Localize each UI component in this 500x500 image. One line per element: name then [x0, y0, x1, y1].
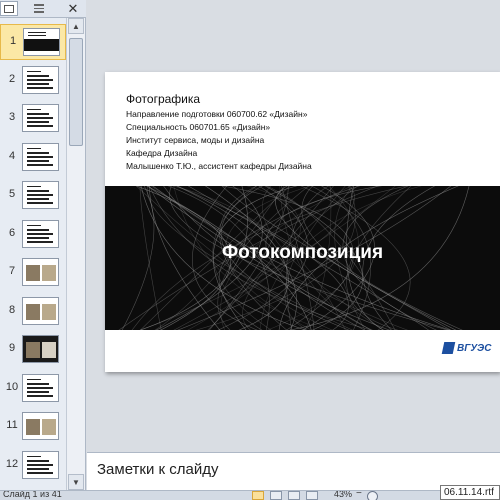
slide-thumbnail[interactable]: [22, 450, 59, 479]
scroll-down-arrow-icon[interactable]: ▼: [68, 474, 84, 490]
slide-counter: Слайд 1 из 41: [3, 490, 62, 499]
slide-number: 5: [8, 188, 16, 200]
outline-tab-icon: [34, 4, 44, 13]
thumbnail-list: 1 2 3 4 5 6 7 8 9 10 11 12: [0, 18, 66, 490]
slides-panel: ✕ 1 2 3 4 5 6 7 8 9 10 11 12 ▲ ▼: [0, 0, 86, 490]
notes-placeholder: Заметки к слайду: [97, 461, 219, 478]
current-slide[interactable]: Фотографика Направление подготовки 06070…: [105, 72, 500, 372]
slide-line-institute: Институт сервиса, моды и дизайна: [126, 135, 265, 145]
slide-thumbnail[interactable]: [22, 296, 59, 325]
zoom-out-button[interactable]: −: [356, 491, 362, 499]
zoom-level[interactable]: 43%: [334, 491, 352, 499]
slide-number: 8: [8, 303, 16, 316]
slide-line-department: Кафедра Дизайна: [126, 148, 198, 158]
notes-pane[interactable]: Заметки к слайду: [87, 452, 500, 490]
slide-thumbnail-row[interactable]: 6: [0, 217, 66, 253]
panel-scrollbar[interactable]: ▲ ▼: [66, 18, 85, 490]
scrollbar-thumb[interactable]: [69, 38, 83, 146]
slide-number: 7: [8, 265, 16, 277]
slide-thumbnail[interactable]: [22, 258, 59, 286]
slide-header: Фотографика: [126, 92, 201, 106]
slide-number: 2: [8, 72, 16, 85]
slide-sorter-button[interactable]: [270, 491, 282, 500]
slides-tab[interactable]: [0, 1, 18, 16]
normal-view-button[interactable]: [252, 491, 264, 500]
slide-number: 12: [5, 457, 19, 470]
slide-thumbnail-row[interactable]: 9: [0, 332, 66, 368]
slide-thumbnail[interactable]: [22, 65, 59, 94]
slide-number: 6: [8, 226, 16, 239]
slide-number: 4: [8, 149, 16, 162]
slide-thumbnail-row[interactable]: 8: [0, 294, 66, 330]
slide-line-author: Малышенко Т.Ю., ассистент кафедры Дизайн…: [126, 161, 312, 171]
zoom-slider-knob[interactable]: [367, 491, 378, 500]
slide-number: 10: [5, 380, 19, 393]
outline-tab[interactable]: [30, 1, 48, 16]
slide-thumbnail-row[interactable]: 4: [0, 140, 66, 176]
slide-thumbnail-row[interactable]: 12: [0, 448, 66, 484]
slide-number: 9: [8, 342, 16, 354]
slideshow-button[interactable]: [306, 491, 318, 500]
slide-thumbnail[interactable]: [22, 104, 59, 132]
slide-thumbnail[interactable]: [23, 28, 60, 56]
panel-tabs: ✕: [0, 0, 86, 18]
slide-thumbnail-row[interactable]: 2: [0, 63, 66, 99]
slide-number: 11: [6, 419, 18, 431]
slide-thumbnail[interactable]: [22, 412, 59, 440]
status-bar: Слайд 1 из 41 43% −: [0, 490, 500, 500]
title-band: Фотокомпозиция: [105, 186, 500, 330]
close-icon: ✕: [67, 0, 79, 16]
university-logo: ВГУЭС: [441, 342, 492, 354]
slide-line-direction: Направление подготовки 060700.62 «Дизайн…: [126, 109, 308, 119]
slide-thumbnail[interactable]: [22, 181, 59, 209]
logo-mark-icon: [441, 342, 456, 354]
slide-line-specialty: Специальность 060701.65 «Дизайн»: [126, 122, 271, 132]
slide-thumbnail-row[interactable]: 3: [0, 101, 66, 137]
slide-thumbnail[interactable]: [22, 335, 59, 363]
reading-view-button[interactable]: [288, 491, 300, 500]
slide-title: Фотокомпозиция: [221, 242, 384, 263]
close-panel-button[interactable]: ✕: [64, 1, 82, 16]
slide-thumbnail[interactable]: [22, 142, 59, 171]
slide-thumbnail-row[interactable]: 7: [0, 255, 66, 291]
slide-thumbnail-row[interactable]: 5: [0, 178, 66, 214]
slide-thumbnail[interactable]: [22, 219, 59, 248]
slide-thumbnail-row[interactable]: 11: [0, 409, 66, 445]
slide-number: 1: [9, 35, 17, 47]
slide-thumbnail[interactable]: [22, 373, 59, 402]
slide-thumbnail-row[interactable]: 1: [0, 24, 66, 60]
file-tooltip: 06.11.14.rtf: [440, 485, 500, 500]
slide-thumbnail-row[interactable]: 10: [0, 371, 66, 407]
slide-canvas: Фотографика Направление подготовки 06070…: [87, 0, 500, 448]
slide-number: 3: [8, 111, 16, 123]
logo-text: ВГУЭС: [457, 342, 492, 354]
scroll-up-arrow-icon[interactable]: ▲: [68, 18, 84, 34]
slides-tab-icon: [4, 4, 14, 13]
